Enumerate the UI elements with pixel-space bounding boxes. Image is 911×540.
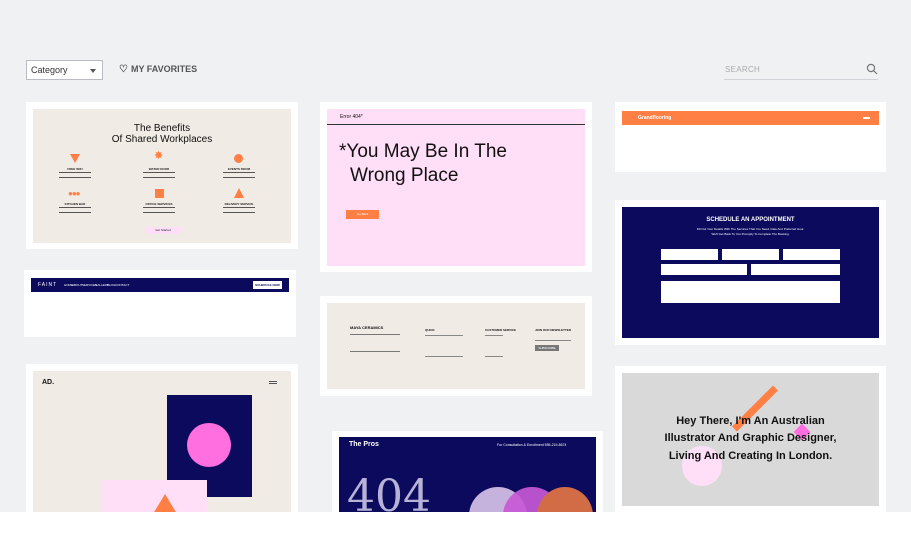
benefit-text-3 [223, 172, 255, 178]
faint-nav-contact: CONTACT [115, 283, 130, 287]
template-preview-appointment: SCHEDULE AN APPOINTMENT Fill Out Your De… [622, 207, 879, 338]
maya-subscribe-button: SUBSCRIBE [535, 345, 559, 351]
menu-icon [863, 117, 870, 119]
maya-description [350, 334, 400, 352]
appointment-title: SCHEDULE AN APPOINTMENT [706, 217, 795, 223]
my-favorites-link[interactable]: ♡ MY FAVORITES [119, 64, 197, 75]
benefits-get-started-button: Get Started [145, 227, 181, 234]
search-placeholder: SEARCH [725, 65, 761, 74]
pros-logo: The Pros [349, 441, 379, 448]
template-card-grandflooring[interactable]: Grandflooring [615, 102, 886, 172]
benefits-title-line2: Of Shared Workplaces [111, 134, 213, 145]
maya-col-customer: CUSTOMER SERVICE [485, 328, 517, 332]
template-preview-grandflooring: Grandflooring [622, 109, 879, 167]
appointment-message-field [661, 281, 840, 303]
benefit-label-3: EVENTS ROOM [227, 167, 251, 171]
grandflooring-header: Grandflooring [622, 111, 879, 125]
appointment-field-3 [783, 249, 840, 260]
my-favorites-label: MY FAVORITES [130, 64, 198, 74]
ad-pink-circle [187, 423, 231, 467]
dots-icon: ●●● [68, 189, 80, 198]
triangle-up-icon [234, 188, 244, 198]
benefit-label-1: FREE WIFI [67, 167, 83, 171]
template-card-benefits[interactable]: The Benefits Of Shared Workplaces ✸ FREE… [26, 102, 298, 249]
benefit-label-5: OFFICE SERVICES [145, 202, 173, 206]
template-preview-benefits: The Benefits Of Shared Workplaces ✸ FREE… [33, 109, 291, 243]
maya-col-quick: QUICK [425, 328, 435, 332]
template-card-ad[interactable]: AD. [26, 364, 298, 512]
error-tag: Error 404* [340, 114, 363, 120]
circle-icon [234, 154, 243, 163]
illustrator-headline-3: Living And Creating In London. [668, 450, 833, 462]
grandflooring-logo: Grandflooring [638, 115, 672, 121]
benefit-text-2 [143, 172, 175, 178]
square-icon [155, 189, 164, 198]
heart-icon: ♡ [119, 64, 128, 75]
maya-col-quick-list [425, 335, 463, 357]
benefit-text-5 [143, 207, 175, 213]
benefit-text-6 [223, 207, 255, 213]
benefit-label-6: DELIVERY SERVICE [224, 202, 254, 206]
faint-schedule-button: SCHEDULE NOW [253, 281, 282, 289]
appointment-field-1 [661, 249, 718, 260]
faint-navbar: FAINT HOME ABOUT SERVICES GALLERY BLOG C… [31, 278, 289, 292]
appointment-field-2 [722, 249, 779, 260]
benefit-text-1 [59, 172, 91, 178]
benefit-text-4 [59, 207, 91, 213]
template-gallery: Category ♡ MY FAVORITES SEARCH The Benefi… [0, 0, 911, 512]
maya-col-customer-list [485, 335, 503, 357]
category-label: Category [31, 65, 68, 75]
template-preview-error-404: Error 404* *You May Be In The Wrong Plac… [327, 109, 585, 266]
benefit-label-2: WATER DOOR [148, 167, 170, 171]
error-headline-2: Wrong Place [350, 165, 459, 186]
template-preview-ad: AD. [33, 371, 291, 512]
ad-logo: AD. [42, 379, 55, 386]
error-headline-1: *You May Be In The [339, 141, 507, 162]
chevron-down-icon [90, 69, 96, 73]
pros-404-code: 404 [347, 471, 431, 513]
faint-nav-about: ABOUT [72, 283, 83, 287]
template-card-faint[interactable]: FAINT HOME ABOUT SERVICES GALLERY BLOG C… [24, 270, 296, 337]
error-divider [327, 124, 585, 125]
ad-orange-triangle [153, 494, 177, 512]
appointment-field-4 [661, 264, 747, 275]
appointment-field-5 [751, 264, 840, 275]
category-dropdown[interactable]: Category [26, 60, 103, 80]
maya-col-newsletter: JOIN OUR NEWSLETTER [535, 328, 572, 332]
pros-contact: For Consultation & Enrollment 555-219-86… [497, 443, 567, 447]
menu-icon [269, 381, 277, 384]
search-input[interactable]: SEARCH [724, 60, 878, 80]
search-icon[interactable] [866, 63, 878, 75]
benefit-label-4: KITCHEN BAR [64, 202, 86, 206]
template-card-illustrator[interactable]: Hey There, I'm An Australian Illustrator… [615, 366, 886, 512]
faint-logo: FAINT [38, 282, 58, 288]
template-card-the-pros[interactable]: The Pros For Consultation & Enrollment 5… [332, 431, 603, 512]
sun-icon: ✸ [154, 150, 164, 162]
template-preview-maya-ceramics: MAYA CERAMICS QUICK CUSTOMER SERVICE JOI… [327, 303, 585, 389]
error-go-back-button: Go Back [346, 210, 379, 219]
template-card-error-404[interactable]: Error 404* *You May Be In The Wrong Plac… [320, 102, 592, 272]
triangle-down-icon [70, 154, 80, 163]
appointment-subtitle-1: Fill Out Your Details With The Services … [696, 227, 805, 231]
template-preview-the-pros: The Pros For Consultation & Enrollment 5… [339, 437, 596, 512]
template-card-appointment[interactable]: SCHEDULE AN APPOINTMENT Fill Out Your De… [615, 200, 886, 345]
template-preview-illustrator: Hey There, I'm An Australian Illustrator… [622, 373, 879, 506]
illustrator-headline-2: Illustrator And Graphic Designer, [664, 432, 837, 444]
template-card-maya-ceramics[interactable]: MAYA CERAMICS QUICK CUSTOMER SERVICE JOI… [320, 296, 592, 396]
template-preview-faint: FAINT HOME ABOUT SERVICES GALLERY BLOG C… [31, 277, 289, 331]
illustrator-headline-1: Hey There, I'm An Australian [676, 415, 825, 427]
maya-newsletter-input [535, 336, 571, 341]
appointment-subtitle-2: We'll Get Back To You Promptly To Comple… [711, 232, 790, 236]
benefits-title-line1: The Benefits [133, 123, 191, 134]
maya-logo: MAYA CERAMICS [350, 325, 384, 330]
